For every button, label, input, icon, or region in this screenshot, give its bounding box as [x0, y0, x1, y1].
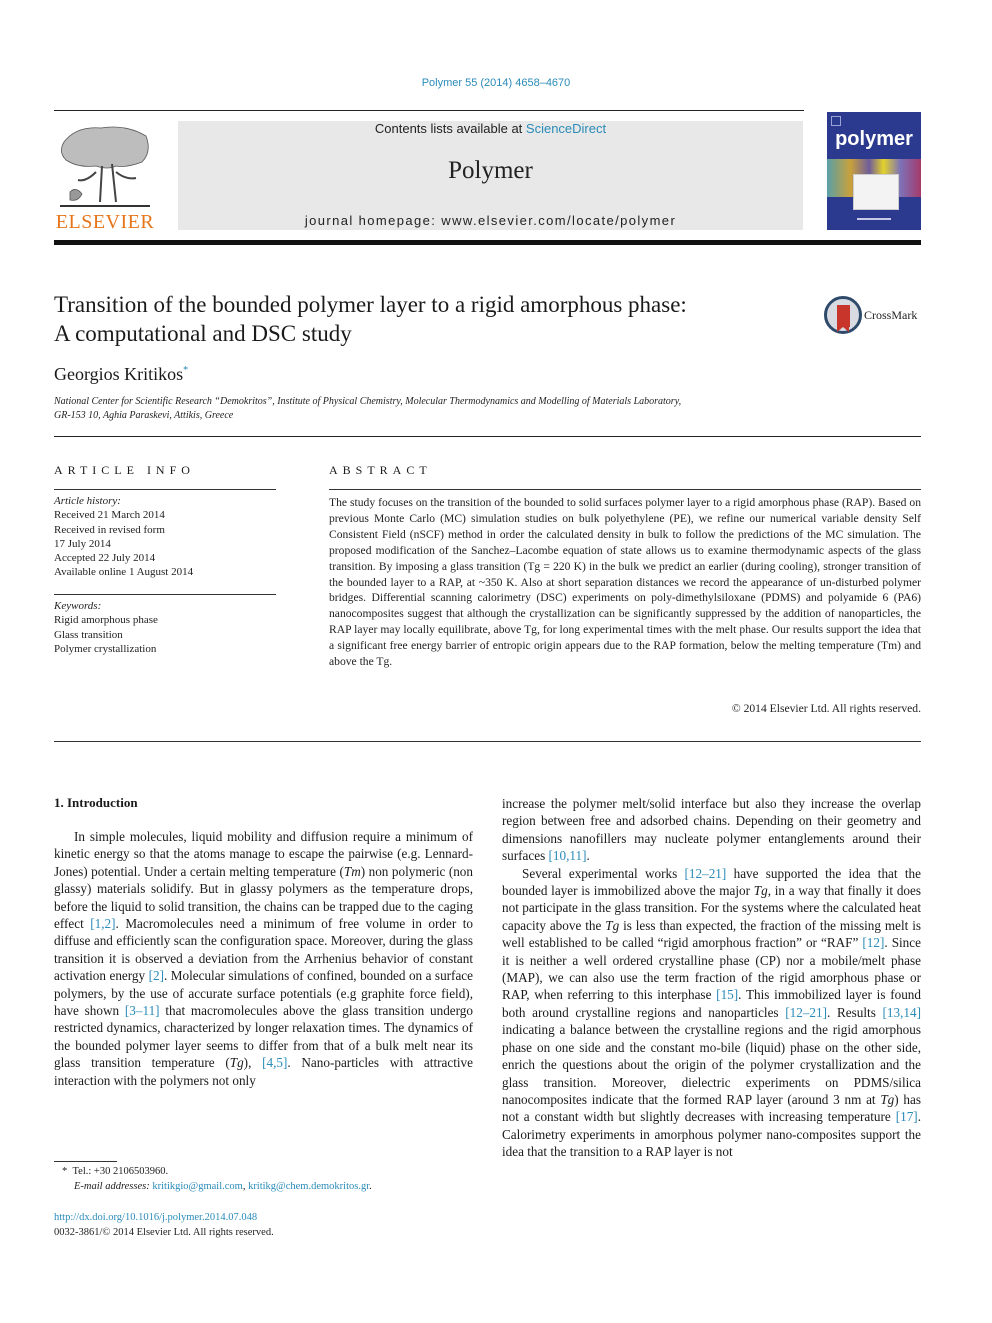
abstract-copyright: © 2014 Elsevier Ltd. All rights reserved… [731, 702, 921, 715]
citation-link[interactable]: [12–21] [785, 1005, 827, 1020]
journal-reference-link[interactable]: Polymer 55 (2014) 4658–4670 [0, 77, 992, 89]
history-item: Available online 1 August 2014 [54, 566, 194, 579]
article-history: Article history: Received 21 March 2014 … [54, 494, 276, 580]
author: Georgios Kritikos* [54, 364, 188, 385]
citation-link[interactable]: [10,11] [549, 848, 587, 863]
affiliation-line-2: GR-153 10, Aghia Paraskevi, Attikis, Gre… [54, 410, 234, 421]
doi-link[interactable]: http://dx.doi.org/10.1016/j.polymer.2014… [54, 1212, 257, 1223]
journal-cover-image[interactable]: polymer [827, 112, 921, 230]
sciencedirect-link[interactable]: ScienceDirect [526, 121, 606, 136]
title-line-1: Transition of the bounded polymer layer … [54, 292, 687, 317]
email-link[interactable]: kritikg@chem.demokritos.gr [248, 1181, 369, 1192]
contents-prefix: Contents lists available at [374, 121, 526, 136]
cover-title: polymer [835, 128, 913, 150]
citation-link[interactable]: [15] [716, 987, 738, 1002]
author-footnote: * Tel.: +30 2106503960. E-mail addresses… [54, 1165, 473, 1194]
text-run: Several experimental works [522, 865, 685, 881]
intro-paragraph-2: Several experimental works [12–21] have … [502, 865, 921, 1161]
article-title: Transition of the bounded polymer layer … [54, 290, 814, 348]
issn-copyright: 0032-3861/© 2014 Elsevier Ltd. All right… [54, 1226, 274, 1238]
title-rule [54, 436, 921, 437]
abstract-bottom-rule [54, 741, 921, 742]
history-item: Received in revised form [54, 523, 165, 536]
crossmark-icon [824, 296, 862, 334]
author-footnote-link[interactable]: * [183, 365, 188, 376]
body-column-left: In simple molecules, liquid mobility and… [54, 813, 473, 1089]
symbol-tg: Tg [880, 1091, 895, 1107]
citation-link[interactable]: [1,2] [90, 916, 115, 931]
journal-homepage[interactable]: journal homepage: www.elsevier.com/locat… [178, 213, 803, 228]
keyword-item: Rigid amorphous phase [54, 614, 158, 627]
email-link[interactable]: kritikgio@gmail.com [152, 1181, 242, 1192]
footer-doi: http://dx.doi.org/10.1016/j.polymer.2014… [54, 1211, 274, 1240]
keywords: Keywords: Rigid amorphous phase Glass tr… [54, 599, 276, 656]
symbol-tg: Tg [605, 917, 620, 933]
affiliation-line-1: National Center for Scientific Research … [54, 396, 682, 407]
history-item: Accepted 22 July 2014 [54, 552, 156, 565]
intro-paragraph-continued: increase the polymer melt/solid interfac… [502, 795, 921, 865]
abstract-text: The study focuses on the transition of t… [329, 496, 921, 669]
footnote-emails: E-mail addresses: kritikgio@gmail.com, k… [54, 1180, 473, 1195]
section-title-introduction: 1. Introduction [54, 795, 138, 810]
tree-icon [60, 126, 150, 207]
keyword-item: Glass transition [54, 628, 123, 641]
keywords-label: Keywords: [54, 600, 102, 612]
journal-name: Polymer [448, 157, 533, 184]
citation-link[interactable]: [3–11] [125, 1003, 160, 1018]
keyword-item: Polymer crystallization [54, 642, 157, 655]
article-history-label: Article history: [54, 495, 121, 507]
cover-badge-icon [831, 116, 841, 126]
author-name: Georgios Kritikos [54, 364, 184, 384]
email-label: E-mail addresses: [74, 1180, 150, 1192]
abstract-heading: ABSTRACT [329, 463, 432, 477]
citation-link[interactable]: [12–21] [685, 866, 727, 881]
crossmark-label: CrossMark [864, 308, 918, 322]
header-rule [54, 110, 804, 111]
footnote-tel: * Tel.: +30 2106503960. [54, 1165, 473, 1180]
citation-link[interactable]: [17] [896, 1109, 918, 1124]
header-thick-rule [54, 240, 921, 245]
footnote-tel-text: Tel.: +30 2106503960. [72, 1166, 169, 1177]
footnote-mark: * [62, 1166, 68, 1177]
footnote-rule [54, 1161, 117, 1162]
title-line-2: A computational and DSC study [54, 321, 352, 346]
article-info-rule [54, 489, 276, 490]
text-run: indicating a balance between the crystal… [502, 1022, 921, 1107]
body-column-right: increase the polymer melt/solid interfac… [502, 795, 921, 1161]
crossmark-button[interactable]: CrossMark [824, 296, 924, 336]
email-end: . [369, 1180, 372, 1192]
elsevier-logo[interactable]: ELSEVIER [54, 120, 156, 233]
intro-paragraph-1: In simple molecules, liquid mobility and… [54, 828, 473, 1089]
abstract-rule [329, 489, 921, 490]
contents-line: Contents lists available at ScienceDirec… [178, 121, 803, 136]
text-run: . Results [827, 1004, 883, 1020]
history-item: Received 21 March 2014 [54, 509, 165, 522]
cover-footer-mark [857, 218, 891, 220]
affiliation: National Center for Scientific Research … [54, 395, 814, 423]
citation-link[interactable]: [13,14] [883, 1005, 921, 1020]
citation-link[interactable]: [4,5] [262, 1055, 287, 1070]
text-run: ), [243, 1055, 263, 1071]
journal-reference-text[interactable]: Polymer 55 (2014) 4658–4670 [422, 77, 571, 89]
citation-link[interactable]: [12] [862, 935, 884, 950]
elsevier-wordmark: ELSEVIER [55, 211, 155, 233]
symbol-tg: Tg [229, 1055, 244, 1071]
text-run: . [586, 848, 590, 864]
keywords-rule [54, 594, 276, 595]
citation-link[interactable]: [2] [149, 968, 164, 983]
cover-figure [853, 174, 899, 210]
symbol-tm: Tm [343, 863, 361, 879]
history-item: 17 July 2014 [54, 537, 111, 550]
journal-banner: Contents lists available at ScienceDirec… [178, 121, 803, 230]
symbol-tg: Tg [753, 883, 768, 899]
article-info-heading: ARTICLE INFO [54, 463, 195, 477]
